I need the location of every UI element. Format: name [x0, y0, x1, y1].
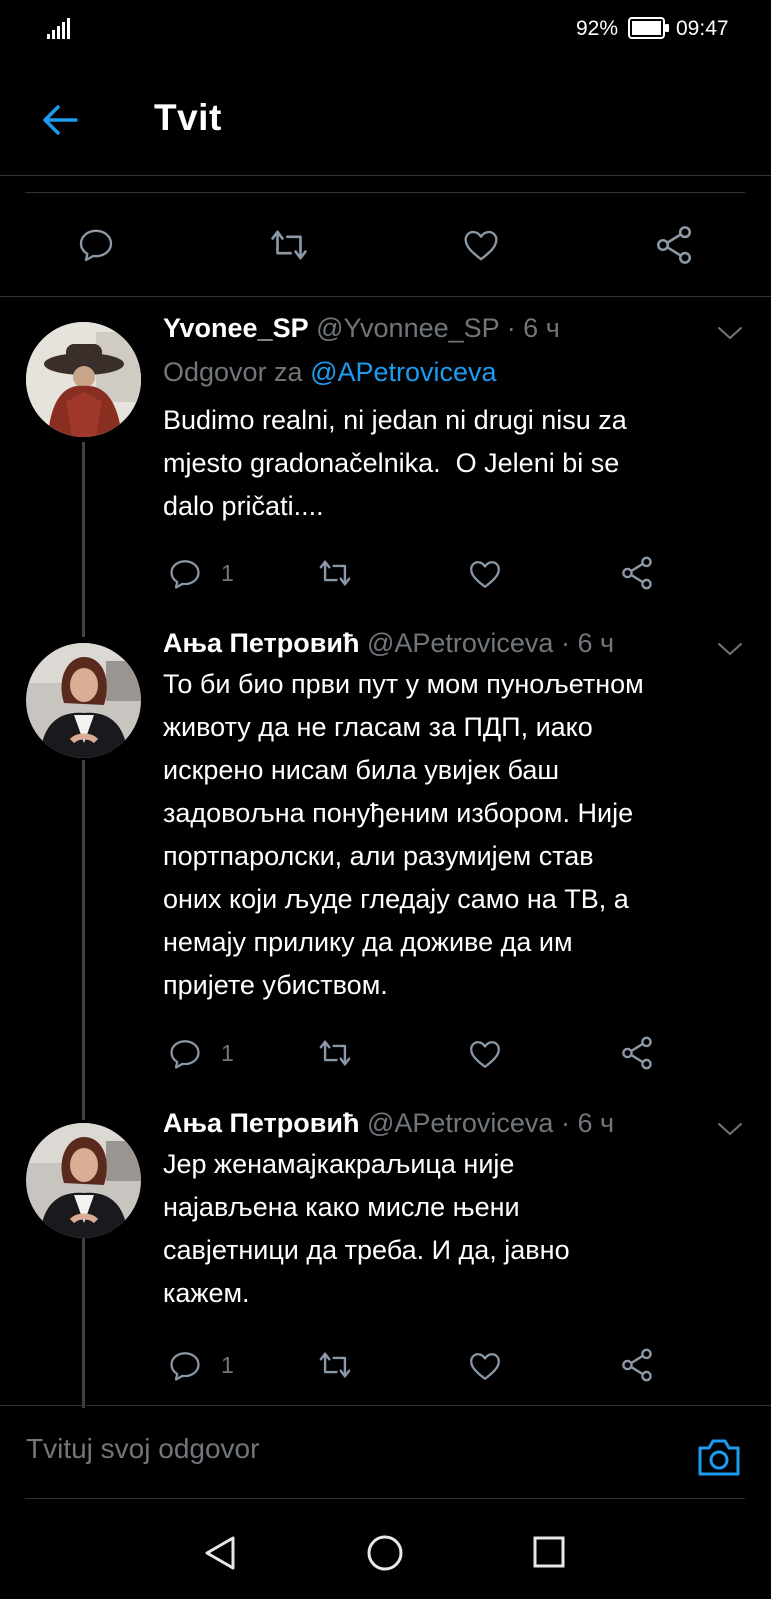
reply-icon[interactable]	[76, 225, 116, 265]
chevron-down-icon[interactable]	[716, 1120, 744, 1138]
reply-icon[interactable]	[167, 1036, 203, 1072]
avatar[interactable]	[26, 1123, 141, 1238]
reply-icon[interactable]	[167, 556, 203, 592]
status-bar: 92% 09:47	[0, 0, 771, 60]
back-arrow-icon[interactable]	[40, 100, 80, 140]
system-nav-bar	[0, 1500, 771, 1599]
clock: 09:47	[676, 17, 729, 40]
back-icon[interactable]	[202, 1534, 238, 1572]
tweet[interactable]: Yvonee_SP @Yvonnee_SP · 6 ч Odgovor za @…	[0, 310, 771, 630]
home-icon[interactable]	[366, 1534, 404, 1572]
timestamp: · 6 ч	[506, 313, 560, 343]
like-icon[interactable]	[467, 556, 503, 592]
retweet-icon[interactable]	[266, 225, 312, 265]
tweet[interactable]: Ања Петровић @APetroviceva · 6 ч То би б…	[0, 628, 771, 1108]
reply-mention-link[interactable]: @APetroviceva	[310, 357, 496, 387]
header-divider	[0, 175, 771, 176]
like-icon[interactable]	[467, 1348, 503, 1384]
reply-composer: Tvituj svoj odgovor	[0, 1406, 771, 1498]
display-name[interactable]: Yvonee_SP	[163, 313, 309, 343]
avatar[interactable]	[26, 322, 141, 437]
handle[interactable]: @Yvonnee_SP	[316, 313, 499, 343]
reply-count: 1	[221, 560, 234, 586]
like-icon[interactable]	[460, 225, 502, 265]
like-icon[interactable]	[467, 1036, 503, 1072]
chevron-down-icon[interactable]	[716, 324, 744, 342]
share-icon[interactable]	[618, 1034, 656, 1072]
battery-icon	[628, 17, 669, 39]
display-name[interactable]: Ања Петровић	[163, 1108, 359, 1138]
display-name[interactable]: Ања Петровић	[163, 628, 359, 658]
tweet-text: Budimo realni, ni jedan ni drugi nisu za…	[163, 405, 627, 521]
handle[interactable]: @APetroviceva	[367, 1108, 553, 1138]
retweet-icon[interactable]	[315, 1036, 355, 1070]
tweet-header: Ања Петровић @APetroviceva · 6 ч	[163, 628, 614, 659]
handle[interactable]: @APetroviceva	[367, 628, 553, 658]
share-icon[interactable]	[618, 554, 656, 592]
header: Tvit	[0, 80, 771, 175]
reply-input[interactable]: Tvituj svoj odgovor	[26, 1433, 259, 1465]
timestamp: · 6 ч	[560, 628, 615, 658]
main-tweet-actions	[0, 195, 771, 295]
reply-count: 1	[221, 1040, 234, 1066]
tweet-header: Yvonee_SP @Yvonnee_SP · 6 ч	[163, 313, 560, 344]
reply-context: Odgovor za @APetroviceva	[163, 357, 497, 388]
tweet-text: Јер женамајкакраљица није најављена како…	[163, 1149, 570, 1308]
reply-count: 1	[221, 1352, 234, 1378]
timestamp: · 6 ч	[560, 1108, 615, 1138]
share-icon[interactable]	[652, 223, 696, 267]
retweet-icon[interactable]	[315, 1348, 355, 1382]
tweet[interactable]: Ања Петровић @APetroviceva · 6 ч Јер жен…	[0, 1108, 771, 1398]
divider	[25, 192, 745, 193]
camera-icon[interactable]	[696, 1436, 742, 1478]
divider	[0, 296, 771, 297]
battery-percent: 92%	[576, 17, 619, 40]
divider	[25, 1498, 745, 1499]
tweet-header: Ања Петровић @APetroviceva · 6 ч	[163, 1108, 614, 1139]
retweet-icon[interactable]	[315, 556, 355, 590]
page-title: Tvit	[154, 97, 222, 138]
recent-apps-icon[interactable]	[532, 1535, 566, 1569]
reply-icon[interactable]	[167, 1348, 203, 1384]
share-icon[interactable]	[618, 1346, 656, 1384]
tweet-text: То би био први пут у мом пунољетном живо…	[163, 669, 644, 1000]
avatar[interactable]	[26, 643, 141, 758]
chevron-down-icon[interactable]	[716, 640, 744, 658]
signal-icon	[47, 18, 70, 39]
reply-prefix: Odgovor za	[163, 357, 303, 387]
